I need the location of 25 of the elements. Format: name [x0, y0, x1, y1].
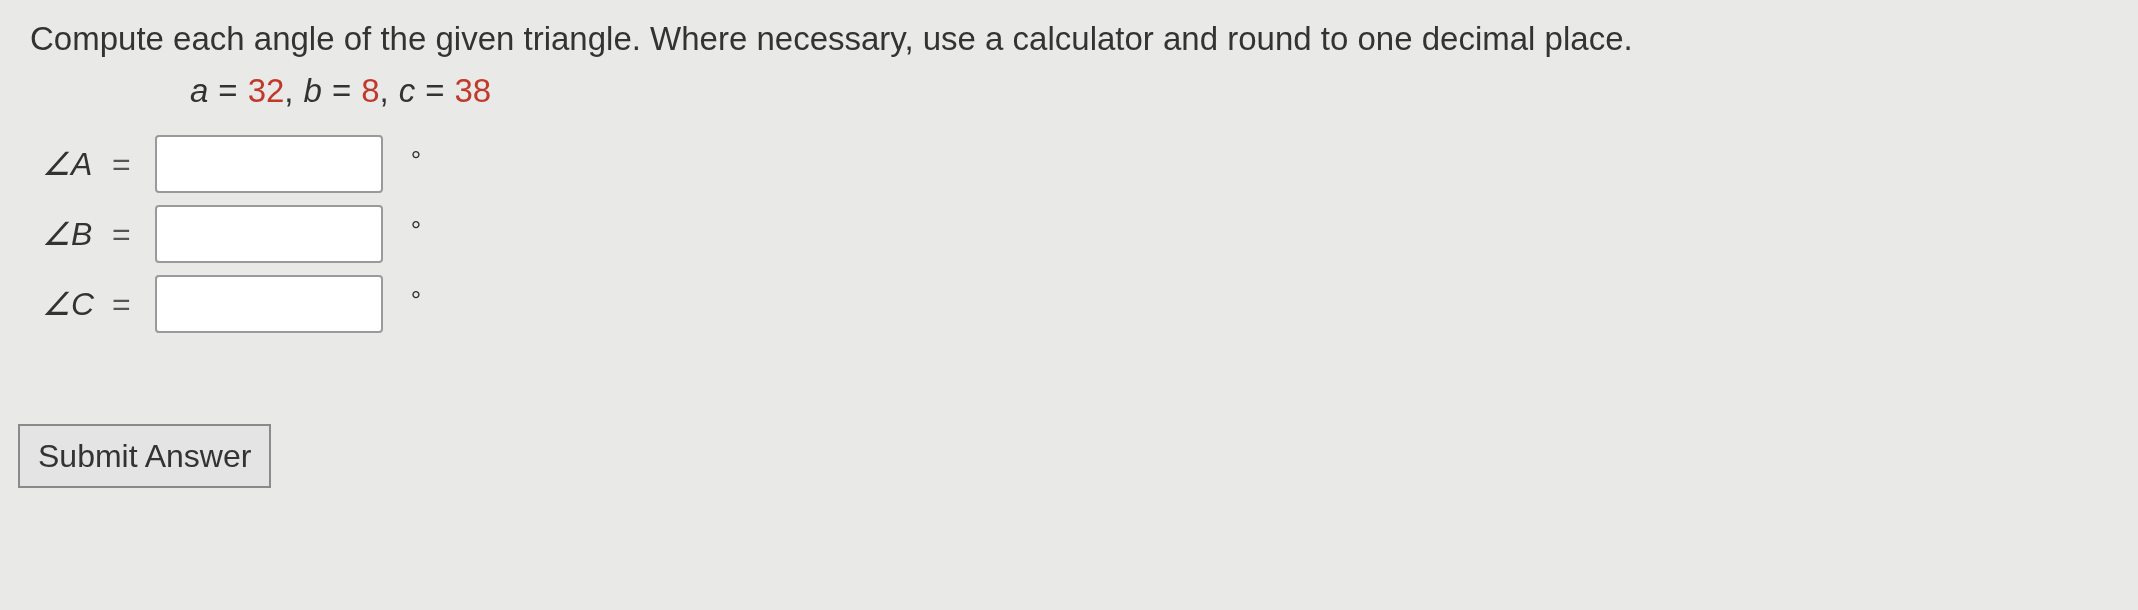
answer-input[interactable]	[154, 274, 383, 333]
answer-input[interactable]	[154, 204, 383, 263]
equals-sign: =	[112, 284, 131, 324]
comma: ,	[284, 71, 294, 111]
degree-unit: °	[410, 214, 422, 247]
variable-name: a	[190, 71, 209, 111]
question-text: Compute each angle of the given triangle. Where necessary, use a calculator and round to one decimal place.	[30, 19, 1634, 59]
equals-sign: =	[112, 214, 131, 254]
equals-sign: =	[425, 71, 445, 111]
angle-label: ∠C	[42, 284, 96, 324]
equals-sign: =	[112, 144, 131, 184]
variable-name: c	[398, 71, 416, 111]
angle-label: ∠A	[42, 144, 94, 184]
angle-label: ∠B	[42, 214, 94, 254]
variable-name: b	[303, 71, 322, 111]
given-value: 8	[361, 71, 380, 111]
degree-unit: °	[410, 284, 422, 317]
degree-unit: °	[410, 144, 422, 177]
submit-button[interactable]: Submit Answer	[18, 423, 272, 488]
equals-sign: =	[218, 71, 238, 111]
given-value: 38	[454, 71, 492, 111]
comma: ,	[379, 71, 389, 111]
answer-input[interactable]	[154, 134, 383, 193]
given-value: 32	[247, 71, 285, 111]
equals-sign: =	[331, 71, 352, 111]
